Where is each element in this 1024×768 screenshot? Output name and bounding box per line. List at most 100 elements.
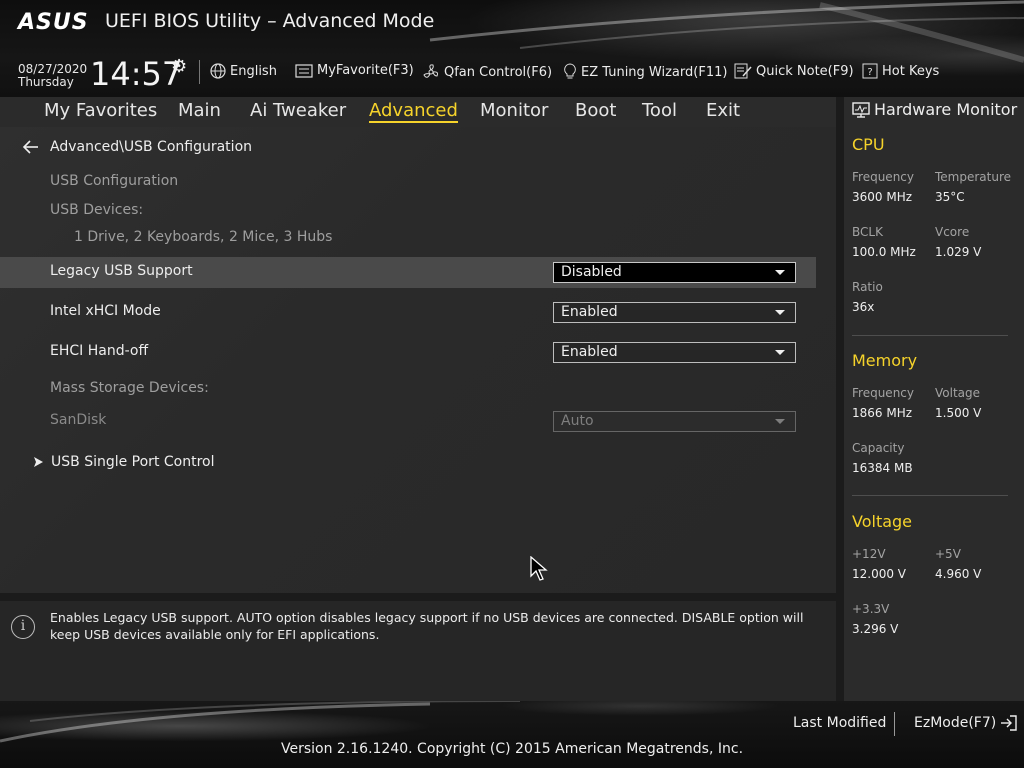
ehci-hand-off-dropdown[interactable]: Enabled xyxy=(553,342,796,363)
lightbulb-icon xyxy=(564,63,576,79)
back-arrow-icon[interactable] xyxy=(22,140,40,154)
memory-capacity-label: Capacity xyxy=(852,441,905,455)
settings-panel: Advanced\USB Configuration USB Configura… xyxy=(0,127,836,593)
hardware-monitor-title-text: Hardware Monitor xyxy=(874,100,1018,119)
v5-label: +5V xyxy=(935,547,961,561)
intel-xhci-mode-value: Enabled xyxy=(561,304,618,320)
chevron-down-icon xyxy=(775,270,785,275)
cpu-ratio-label: Ratio xyxy=(852,280,883,294)
tab-tool[interactable]: Tool xyxy=(642,100,677,121)
app-title: UEFI BIOS Utility – Advanced Mode xyxy=(105,10,435,32)
memory-capacity-value: 16384 MB xyxy=(852,461,913,475)
v12-label: +12V xyxy=(852,547,886,561)
memory-frequency-label: Frequency xyxy=(852,386,914,400)
header-bar: ASUS UEFI BIOS Utility – Advanced Mode 0… xyxy=(0,0,1024,97)
hot-keys-button[interactable]: ? Hot Keys xyxy=(862,63,939,79)
quick-note-button[interactable]: Quick Note(F9) xyxy=(734,63,854,79)
main-tab-bar: My Favorites Main Ai Tweaker Advanced Mo… xyxy=(0,97,836,127)
ehci-hand-off-value: Enabled xyxy=(561,344,618,360)
cpu-heading: CPU xyxy=(852,135,885,154)
tab-exit[interactable]: Exit xyxy=(706,100,740,121)
tab-my-favorites[interactable]: My Favorites xyxy=(44,100,157,121)
note-edit-icon xyxy=(734,63,752,79)
cpu-vcore-value: 1.029 V xyxy=(935,245,982,259)
tab-main[interactable]: Main xyxy=(178,100,221,121)
ehci-hand-off-label: EHCI Hand-off xyxy=(50,343,149,359)
ez-tuning-label: EZ Tuning Wizard(F11) xyxy=(581,64,728,80)
cpu-temperature-label: Temperature xyxy=(935,170,1012,184)
cpu-ratio-value: 36x xyxy=(852,300,875,314)
help-panel: i Enables Legacy USB support. AUTO optio… xyxy=(0,601,836,701)
cpu-bclk-label: BCLK xyxy=(852,225,883,239)
quick-note-label: Quick Note(F9) xyxy=(756,63,854,79)
cpu-frequency-value: 3600 MHz xyxy=(852,190,913,204)
legacy-usb-support-dropdown[interactable]: Disabled xyxy=(553,262,796,283)
ezmode-button[interactable]: EzMode(F7) xyxy=(914,715,1018,731)
memory-voltage-value: 1.500 V xyxy=(935,406,982,420)
footer-bar: Last Modified EzMode(F7) Version 2.16.12… xyxy=(0,701,1024,768)
help-text: Enables Legacy USB support. AUTO option … xyxy=(50,610,804,642)
hardware-monitor-panel: Hardware Monitor CPU Frequency Temperatu… xyxy=(844,97,1024,701)
usb-single-port-control-link[interactable]: USB Single Port Control xyxy=(34,454,215,470)
section-title: USB Configuration xyxy=(50,173,179,189)
monitor-icon xyxy=(852,101,870,118)
v33-label: +3.3V xyxy=(852,602,890,616)
memory-voltage-label: Voltage xyxy=(935,386,981,400)
memory-heading: Memory xyxy=(852,351,918,370)
language-label: English xyxy=(230,63,277,79)
globe-icon xyxy=(210,63,226,79)
myfavorite-label: MyFavorite(F3) xyxy=(317,63,414,78)
breadcrumb-path: Advanced\USB Configuration xyxy=(50,139,253,155)
time-display: 14:57 xyxy=(90,55,183,93)
chevron-down-icon xyxy=(775,350,785,355)
legacy-usb-support-value: Disabled xyxy=(561,264,622,280)
hot-keys-label: Hot Keys xyxy=(882,63,940,79)
cpu-temperature-value: 35°C xyxy=(935,190,965,204)
voltage-heading: Voltage xyxy=(852,512,913,531)
qfan-label: Qfan Control(F6) xyxy=(444,64,553,80)
section-divider xyxy=(852,495,1008,496)
svg-text:?: ? xyxy=(867,67,872,78)
cpu-frequency-label: Frequency xyxy=(852,170,914,184)
qfan-control-button[interactable]: Qfan Control(F6) xyxy=(422,63,552,81)
exit-arrow-icon xyxy=(1001,715,1017,731)
chevron-right-icon xyxy=(34,457,43,467)
usb-devices-value: 1 Drive, 2 Keyboards, 2 Mice, 3 Hubs xyxy=(74,229,333,245)
mouse-cursor-icon xyxy=(530,556,548,581)
favorite-list-icon xyxy=(295,63,313,78)
chevron-down-icon xyxy=(775,419,785,424)
language-button[interactable]: English xyxy=(210,63,277,79)
asus-logo: ASUS xyxy=(18,10,89,35)
sandisk-label: SanDisk xyxy=(50,412,107,428)
intel-xhci-mode-dropdown[interactable]: Enabled xyxy=(553,302,796,323)
day-value: Thursday xyxy=(18,75,74,89)
gear-icon[interactable]: ⚙ xyxy=(171,56,187,77)
ez-tuning-wizard-button[interactable]: EZ Tuning Wizard(F11) xyxy=(563,63,727,81)
usb-single-port-control-label: USB Single Port Control xyxy=(51,454,215,470)
tab-ai-tweaker[interactable]: Ai Tweaker xyxy=(250,100,346,121)
myfavorite-button[interactable]: MyFavorite(F3) xyxy=(295,63,414,78)
sandisk-value: Auto xyxy=(561,413,594,429)
fan-icon xyxy=(423,64,438,78)
mass-storage-label: Mass Storage Devices: xyxy=(50,380,209,396)
cpu-vcore-label: Vcore xyxy=(935,225,970,239)
toolbar-divider xyxy=(199,60,200,84)
tab-monitor[interactable]: Monitor xyxy=(480,100,548,121)
tab-boot[interactable]: Boot xyxy=(575,100,616,121)
usb-devices-label: USB Devices: xyxy=(50,202,144,218)
sandisk-dropdown: Auto xyxy=(553,411,796,432)
tab-advanced[interactable]: Advanced xyxy=(369,100,458,123)
cpu-bclk-value: 100.0 MHz xyxy=(852,245,916,259)
last-modified-button[interactable]: Last Modified xyxy=(793,715,886,731)
section-divider xyxy=(852,335,1008,336)
footer-swoosh-decoration xyxy=(0,701,521,743)
v5-value: 4.960 V xyxy=(935,567,982,581)
ezmode-label: EzMode(F7) xyxy=(914,715,997,731)
help-key-icon: ? xyxy=(862,63,878,79)
breadcrumb[interactable]: Advanced\USB Configuration xyxy=(22,139,252,155)
footer-divider xyxy=(894,712,895,736)
v12-value: 12.000 V xyxy=(852,567,907,581)
legacy-usb-support-label: Legacy USB Support xyxy=(50,263,193,279)
date-display: 08/27/2020 Thursday xyxy=(18,63,87,89)
copyright-text: Version 2.16.1240. Copyright (C) 2015 Am… xyxy=(280,741,744,757)
